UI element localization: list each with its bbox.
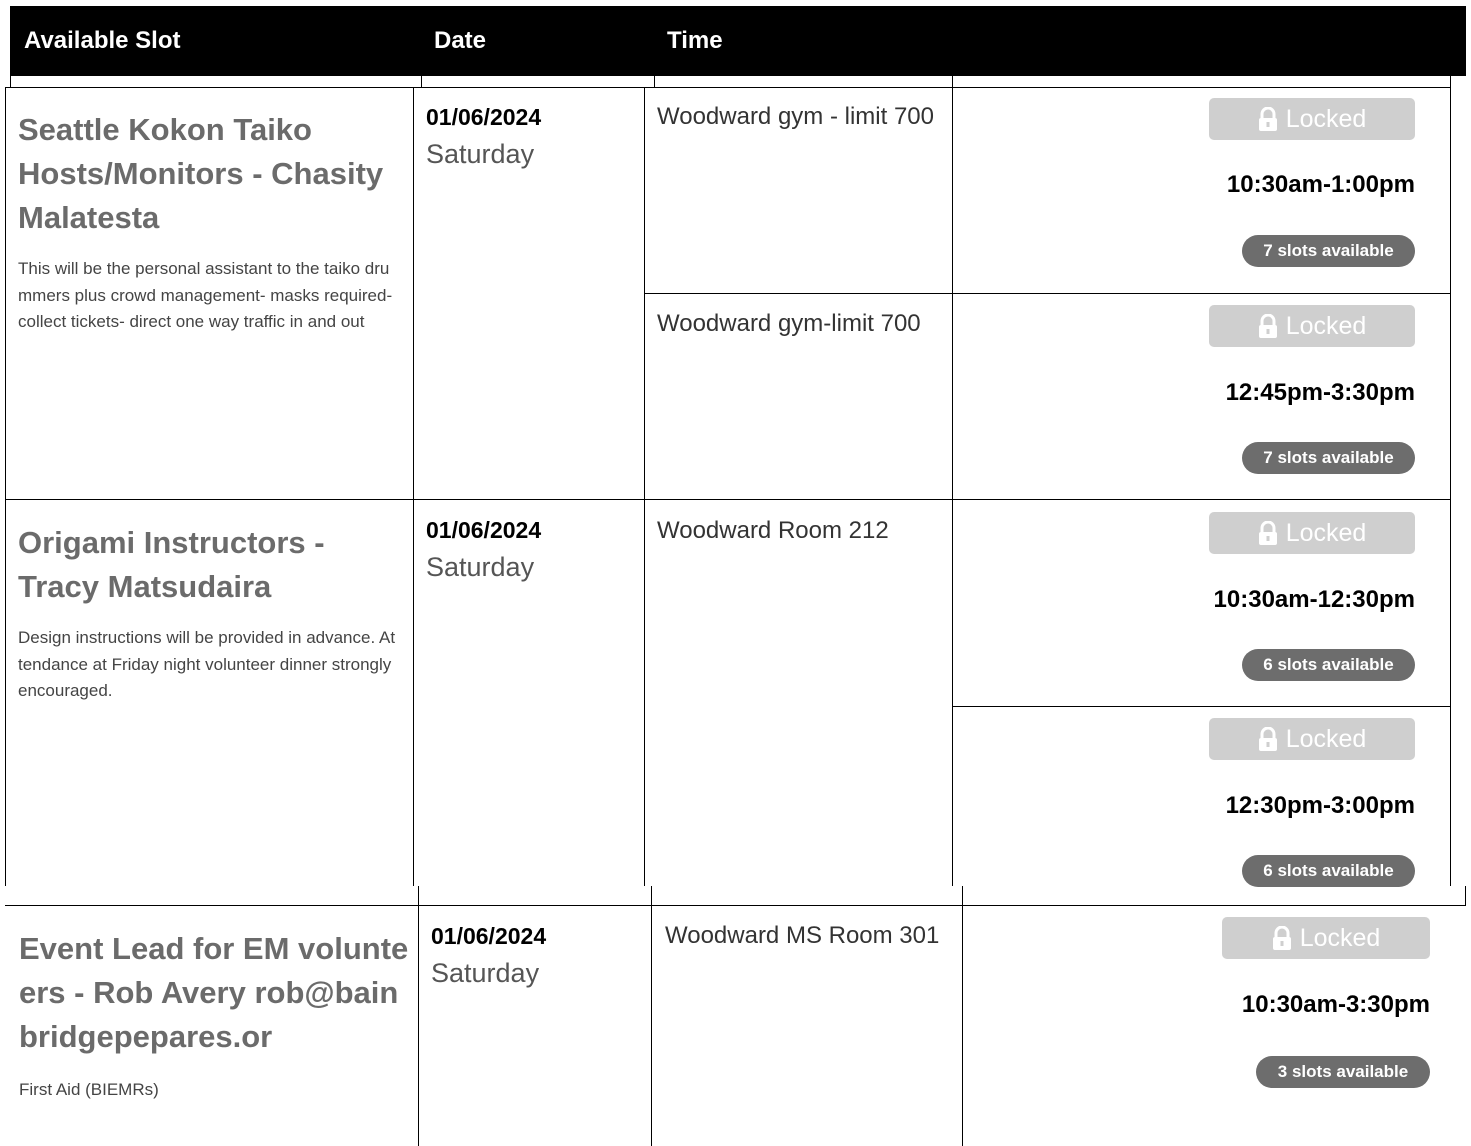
slots-available-badge: 6 slots available bbox=[1242, 855, 1415, 887]
slot-location: Woodward gym-limit 700 bbox=[657, 310, 921, 337]
grid-line bbox=[5, 87, 1451, 88]
grid-line bbox=[952, 87, 953, 886]
grid-line bbox=[644, 293, 1451, 294]
grid-line bbox=[651, 886, 652, 906]
slot-time: 12:45pm-3:30pm bbox=[1225, 379, 1415, 406]
slot-time: 10:30am-1:00pm bbox=[1226, 171, 1415, 198]
slot-location: Woodward MS Room 301 bbox=[665, 922, 940, 949]
slot-description: First Aid (BIEMRs) bbox=[19, 1080, 159, 1099]
grid-line bbox=[1450, 87, 1451, 886]
slot-title: Seattle Kokon Taiko Hosts/Monitors - Cha… bbox=[18, 112, 384, 235]
slot-day: Saturday bbox=[426, 552, 535, 582]
grid-line bbox=[1465, 886, 1466, 906]
locked-label: Locked bbox=[1285, 104, 1367, 133]
slot-date: 01/06/2024 bbox=[431, 923, 547, 949]
locked-button[interactable]: Locked bbox=[1209, 305, 1415, 347]
header-date: Date bbox=[434, 27, 487, 54]
grid-line bbox=[5, 905, 1466, 906]
slot-description: This will be the personal assistant to t… bbox=[18, 259, 393, 331]
grid-line bbox=[5, 87, 6, 886]
grid-line bbox=[644, 87, 645, 886]
locked-label: Locked bbox=[1285, 518, 1367, 547]
header-available-slot: Available Slot bbox=[24, 27, 181, 54]
grid-line bbox=[413, 87, 414, 886]
slot-time: 12:30pm-3:00pm bbox=[1225, 792, 1415, 819]
grid-line bbox=[418, 886, 419, 906]
slot-date: 01/06/2024 bbox=[426, 517, 542, 543]
locked-button[interactable]: Locked bbox=[1209, 98, 1415, 140]
locked-button[interactable]: Locked bbox=[1222, 917, 1430, 959]
locked-button[interactable]: Locked bbox=[1209, 718, 1415, 760]
lock-icon bbox=[1258, 313, 1278, 339]
slot-title: Event Lead for EM volunteers - Rob Avery… bbox=[19, 931, 409, 1054]
grid-line bbox=[952, 706, 1451, 707]
locked-label: Locked bbox=[1299, 923, 1381, 952]
slot-location: Woodward Room 212 bbox=[657, 517, 889, 544]
grid-line bbox=[418, 905, 419, 1146]
grid-line bbox=[962, 905, 963, 1146]
lock-icon bbox=[1272, 925, 1292, 951]
lock-icon bbox=[1258, 726, 1278, 752]
slots-available-badge: 3 slots available bbox=[1256, 1056, 1430, 1088]
lock-icon bbox=[1258, 520, 1278, 546]
slot-title: Origami Instructors - Tracy Matsudaira bbox=[18, 525, 325, 604]
table-header: Available Slot Date Time bbox=[10, 6, 1466, 76]
slot-time: 10:30am-12:30pm bbox=[1213, 586, 1415, 613]
slot-day: Saturday bbox=[426, 139, 535, 169]
locked-button[interactable]: Locked bbox=[1209, 512, 1415, 554]
locked-label: Locked bbox=[1285, 724, 1367, 753]
locked-label: Locked bbox=[1285, 311, 1367, 340]
slot-location: Woodward gym - limit 700 bbox=[657, 103, 934, 130]
header-time: Time bbox=[667, 27, 723, 54]
slots-available-badge: 7 slots available bbox=[1242, 442, 1415, 474]
slots-available-badge: 6 slots available bbox=[1242, 649, 1415, 681]
slot-description: Design instructions will be provided in … bbox=[18, 628, 396, 700]
grid-line bbox=[5, 499, 1451, 500]
grid-line bbox=[962, 886, 963, 906]
lock-icon bbox=[1258, 106, 1278, 132]
slot-day: Saturday bbox=[431, 958, 540, 988]
slot-time: 10:30am-3:30pm bbox=[1241, 991, 1430, 1018]
slot-date: 01/06/2024 bbox=[426, 104, 542, 130]
grid-line bbox=[651, 905, 652, 1146]
slots-available-badge: 7 slots available bbox=[1242, 235, 1415, 267]
